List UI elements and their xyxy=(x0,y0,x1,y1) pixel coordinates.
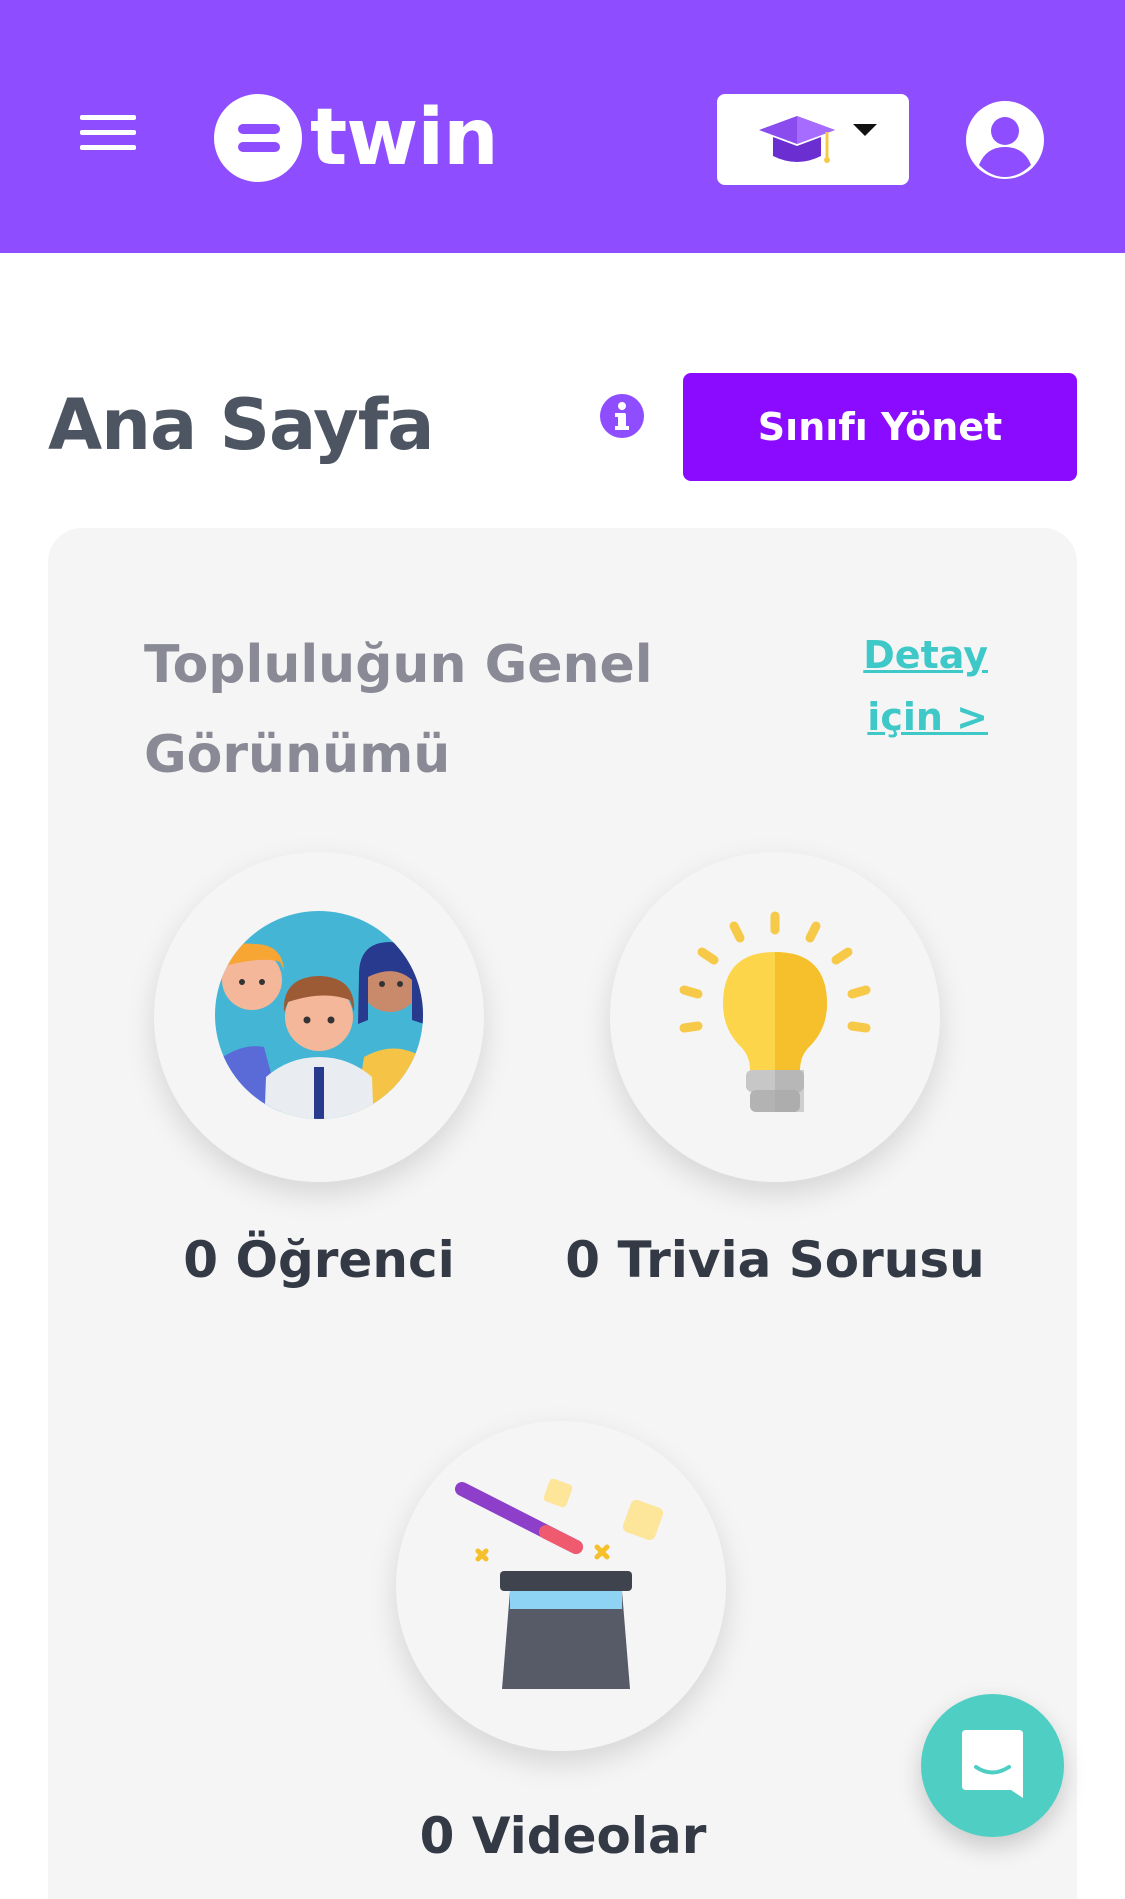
trivia-count-label: 0 Trivia Sorusu xyxy=(565,1231,985,1289)
magic-hat-icon xyxy=(455,1478,664,1689)
chat-launcher-button[interactable] xyxy=(921,1694,1064,1837)
logo-text: twin xyxy=(310,93,499,183)
user-circle-icon[interactable] xyxy=(964,99,1046,181)
detail-link-line1: Detay xyxy=(863,633,988,677)
page-title: Ana Sayfa xyxy=(48,384,434,466)
manage-class-button[interactable]: Sınıfı Yönet xyxy=(683,373,1077,481)
students-stat-circle[interactable] xyxy=(154,852,484,1182)
detail-link-line2: için > xyxy=(867,695,988,739)
students-group-icon xyxy=(215,911,423,1119)
overview-title: Topluluğun Genel Görünümü xyxy=(144,635,653,785)
twin-logo[interactable]: twin xyxy=(214,93,499,183)
students-count-label: 0 Öğrenci xyxy=(183,1231,455,1289)
top-bar: twin xyxy=(0,0,1125,253)
info-icon[interactable] xyxy=(600,394,644,438)
detail-link[interactable]: Detay için > xyxy=(818,624,988,748)
graduation-cap-icon xyxy=(759,116,835,163)
trivia-stat-circle[interactable] xyxy=(610,852,940,1182)
hamburger-menu-icon[interactable] xyxy=(80,113,136,153)
logo-mark-icon xyxy=(214,94,302,182)
chat-bubble-icon xyxy=(962,1730,1023,1798)
chevron-down-icon xyxy=(853,124,877,136)
videos-stat-circle[interactable] xyxy=(396,1421,726,1751)
videos-count-label: 0 Videolar xyxy=(419,1807,707,1865)
class-select-dropdown[interactable] xyxy=(717,94,909,185)
lightbulb-icon xyxy=(679,911,871,1112)
